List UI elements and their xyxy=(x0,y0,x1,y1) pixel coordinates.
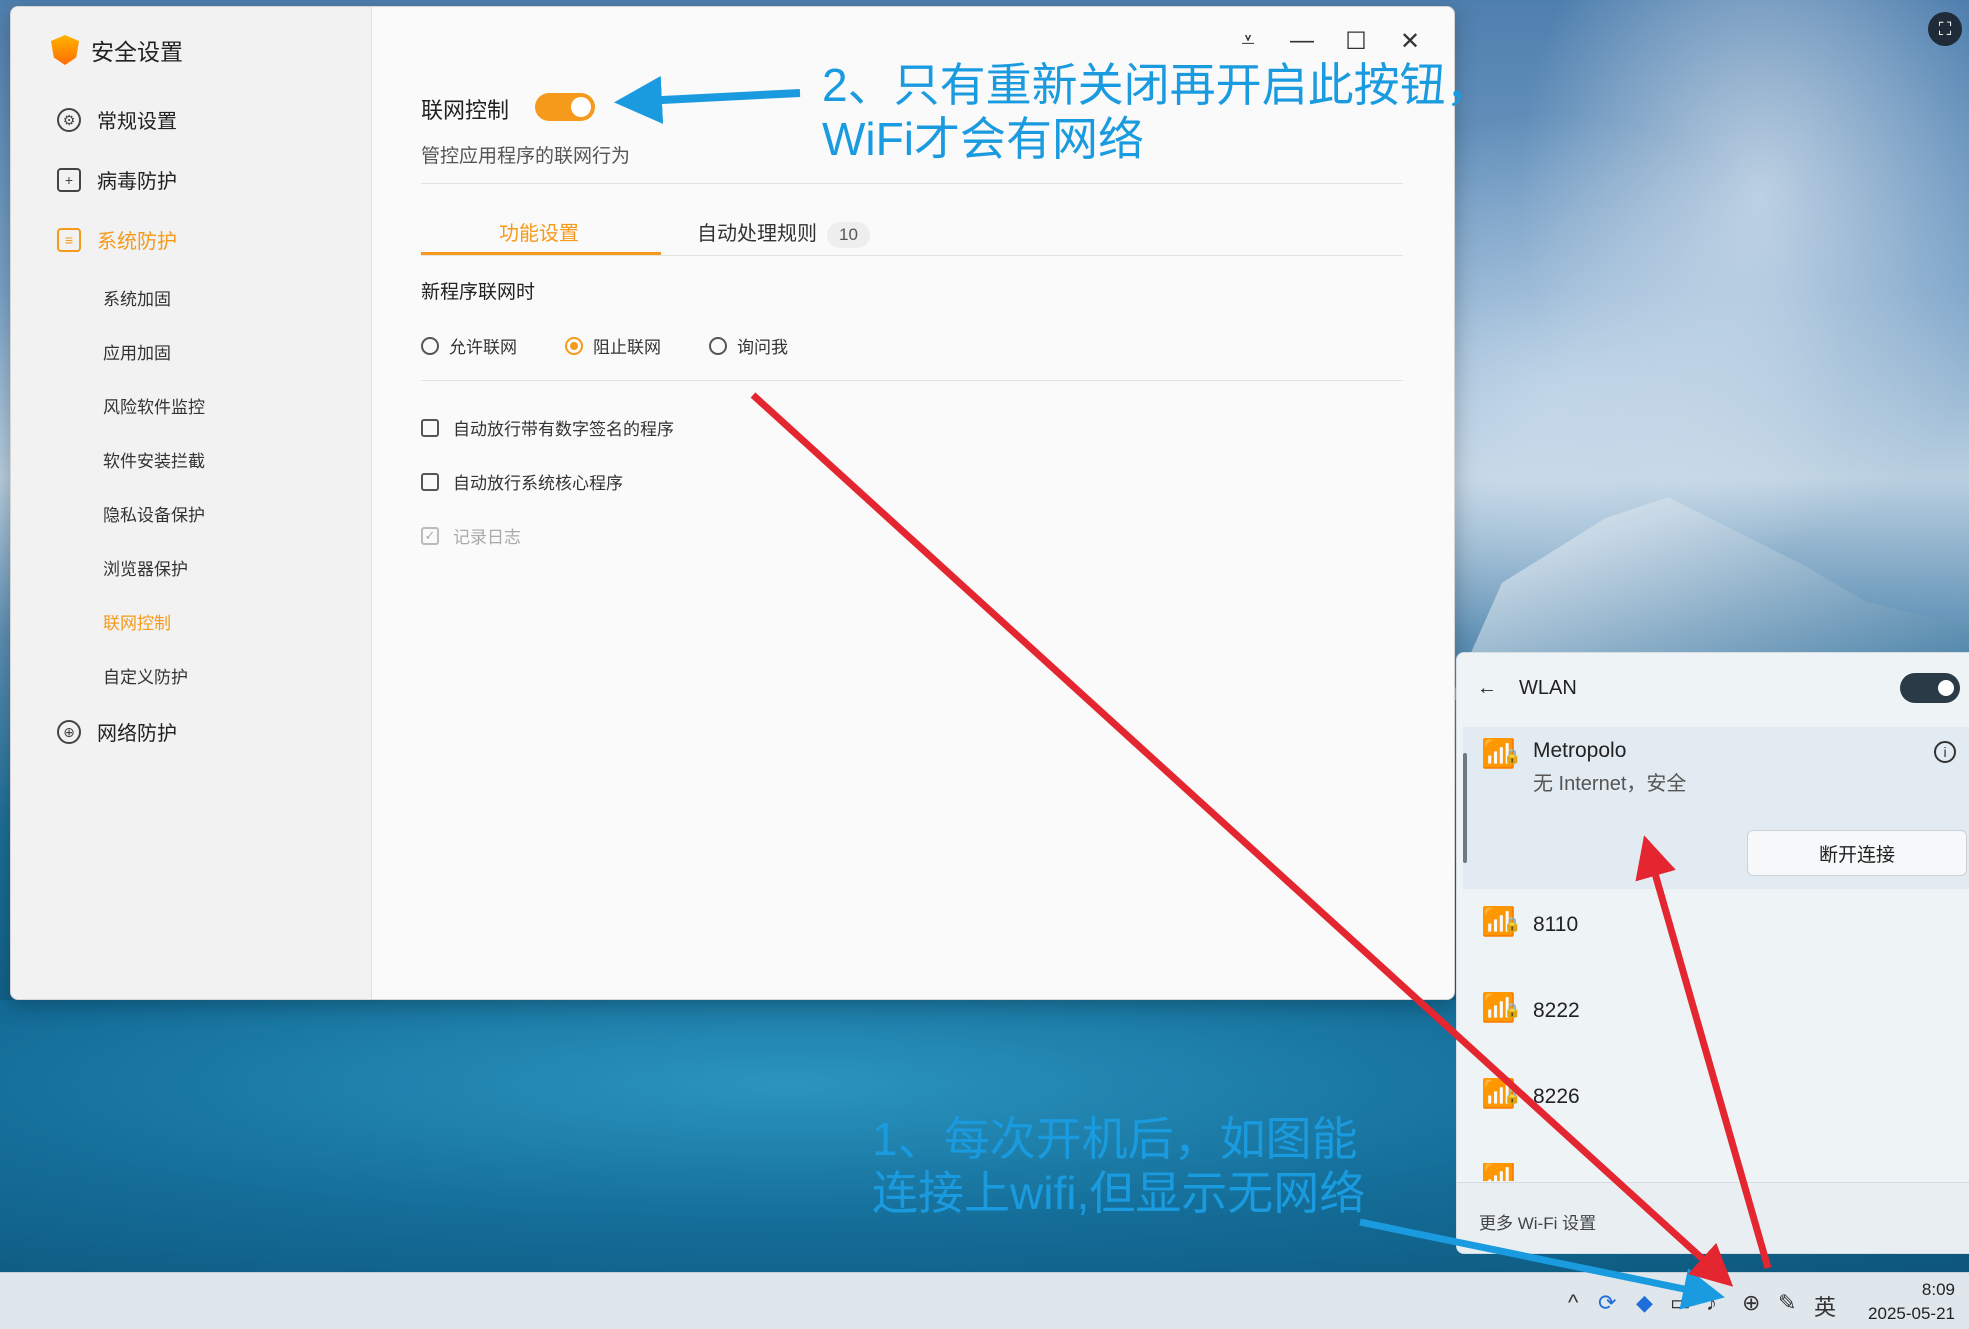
arrow-to-toggle xyxy=(614,76,801,124)
arrow-red-to-tray xyxy=(750,392,1734,1287)
arrow-to-tray xyxy=(1359,1218,1725,1310)
arrow-red-to-network xyxy=(1635,835,1772,1269)
annotation-arrows xyxy=(614,76,1772,1310)
